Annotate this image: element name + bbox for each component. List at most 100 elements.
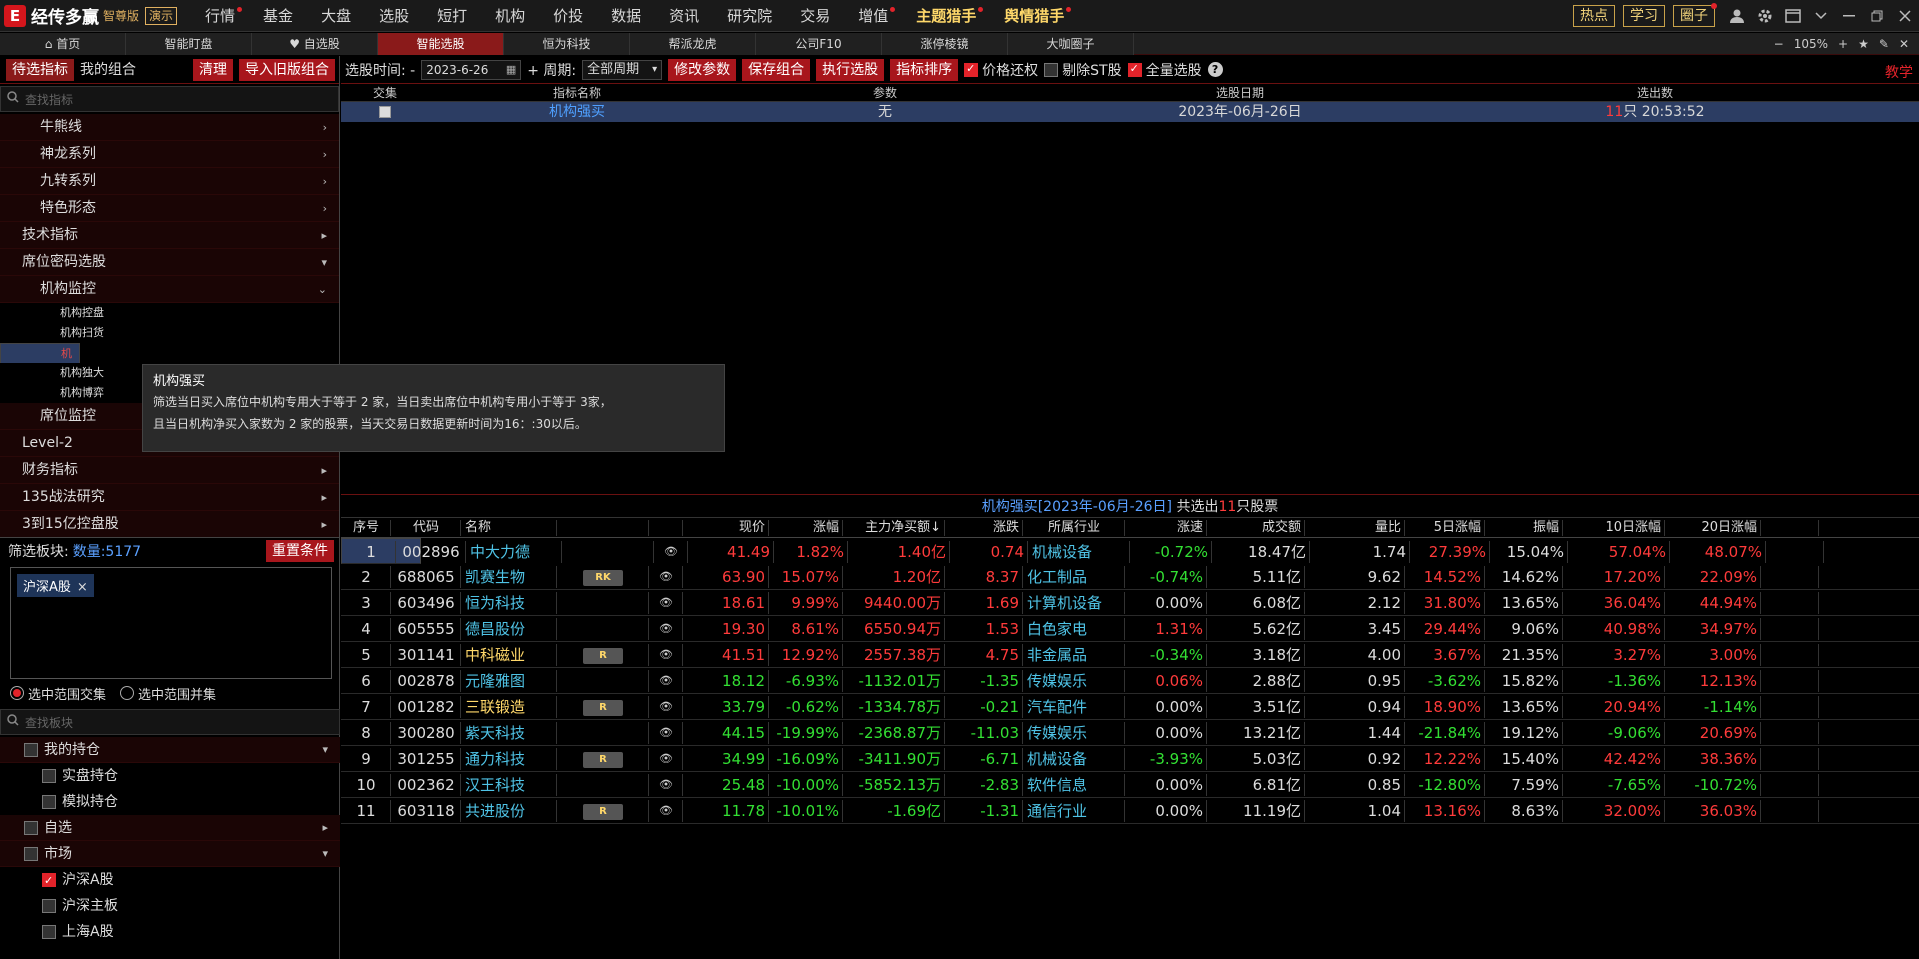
tab-item[interactable]: 公司F10 [756, 33, 882, 55]
tree-item[interactable]: 机构扫货 [0, 323, 339, 343]
board-item[interactable]: 实盘持仓 [0, 763, 340, 789]
period-select[interactable]: 全部周期 ▾ [582, 59, 663, 80]
column-header[interactable]: 涨速 [1125, 518, 1207, 538]
circle-button[interactable]: 圈子 [1673, 3, 1717, 27]
zoom-in-button[interactable]: + [1838, 37, 1848, 51]
board-item[interactable]: 上海A股 [0, 919, 340, 945]
help-icon[interactable]: ? [1207, 62, 1223, 77]
eye-icon[interactable]: 👁 [649, 720, 683, 746]
eye-icon[interactable]: 👁 [649, 616, 683, 642]
column-header[interactable]: 名称 [461, 518, 557, 538]
column-header[interactable]: 涨幅 [769, 518, 843, 538]
table-row[interactable]: 4 605555 德昌股份 👁 19.30 8.61% 6550.94万 1.53 白色家电 1.… [341, 616, 1919, 642]
tab-item[interactable]: ♥ 自选股 [252, 33, 378, 55]
board-chip[interactable]: 沪深A股 × [17, 574, 94, 597]
menu-item[interactable]: 增值 [844, 0, 902, 32]
eye-icon[interactable]: 👁 [649, 798, 683, 824]
row-name[interactable]: 三联锻造 [461, 694, 557, 720]
column-header[interactable]: 振幅 [1485, 518, 1563, 538]
reset-conditions-button[interactable]: 重置条件 [266, 539, 334, 562]
row-name[interactable]: 元隆雅图 [461, 668, 557, 694]
column-header[interactable] [557, 518, 649, 538]
board-item[interactable]: 自选 ▸ [0, 815, 340, 841]
eye-icon[interactable]: 👁 [654, 539, 688, 565]
radio-union[interactable]: 选中范围并集 [120, 684, 216, 703]
board-checkbox[interactable] [42, 868, 56, 894]
chevron-down-icon[interactable] [1807, 0, 1835, 32]
chip-close-icon[interactable]: × [77, 580, 88, 595]
column-header[interactable]: 代码 [391, 518, 461, 538]
tree-item[interactable]: 特色形态 › [0, 195, 339, 222]
row-industry[interactable]: 传媒娱乐 [1023, 720, 1125, 746]
board-checkbox[interactable] [24, 847, 38, 861]
teach-link[interactable]: 教学 [1885, 62, 1913, 82]
row-industry[interactable]: 传媒娱乐 [1023, 668, 1125, 694]
column-header[interactable]: 序号 [341, 518, 391, 538]
layout-icon[interactable] [1779, 0, 1807, 32]
row-industry[interactable]: 通信行业 [1023, 798, 1125, 824]
tab-item[interactable]: 恒为科技 [504, 33, 630, 55]
eye-icon[interactable]: 👁 [649, 668, 683, 694]
table-row[interactable]: 5 301141 中科磁业 R 👁 41.51 12.92% 2557.38万 4.75 非金属品… [341, 642, 1919, 668]
column-header[interactable]: 现价 [683, 518, 769, 538]
table-row[interactable]: 2 688065 凯赛生物 RK 👁 63.90 15.07% 1.20亿 8.37 化工制品 -0… [341, 564, 1919, 590]
import-old-combo-button[interactable]: 导入旧版组合 [239, 58, 335, 81]
board-item[interactable]: 沪深主板 [0, 893, 340, 919]
eye-icon[interactable]: 👁 [649, 772, 683, 798]
board-search-input[interactable]: 查找板块 [25, 714, 73, 731]
table-row[interactable]: 7 001282 三联锻造 R 👁 33.79 -0.62% -1334.78万 -0.21 汽车… [341, 694, 1919, 720]
tab-item[interactable]: 帮派龙虎 [630, 33, 756, 55]
close-icon[interactable] [1891, 0, 1919, 32]
tree-item[interactable]: 135战法研究 ▸ [0, 484, 339, 511]
demo-badge[interactable]: 演示 [145, 6, 178, 25]
calendar-icon[interactable]: ▦ [506, 61, 516, 79]
tab-item[interactable]: ⌂ 首页 [0, 33, 126, 55]
row-name[interactable]: 共进股份 [461, 798, 557, 824]
full-selection-checkbox[interactable]: 全量选股 [1127, 60, 1202, 80]
menu-item[interactable]: 交易 [786, 0, 844, 32]
tree-item[interactable]: 财务指标 ▸ [0, 457, 339, 484]
board-checkbox[interactable] [42, 925, 56, 939]
row-name[interactable]: 恒为科技 [461, 590, 557, 616]
column-header[interactable]: 成交额 [1207, 518, 1305, 538]
board-search[interactable]: 查找板块 [0, 709, 340, 735]
tree-item[interactable]: 机构监控 ⌄ [0, 276, 339, 303]
tab-item[interactable]: 大咖圈子 [1008, 33, 1134, 55]
star-icon[interactable]: ★ [1858, 37, 1869, 51]
tab-my-combos[interactable]: 我的组合 [74, 59, 142, 81]
search-input[interactable]: 查找指标 [25, 91, 73, 108]
indicator-sort-button[interactable]: 指标排序 [890, 58, 959, 81]
exclude-st-checkbox[interactable]: 剔除ST股 [1044, 60, 1122, 80]
table-row[interactable]: 9 301255 通力科技 R 👁 34.99 -16.09% -3411.90万 -6.71 机… [341, 746, 1919, 772]
row-industry[interactable]: 化工制品 [1023, 564, 1125, 590]
restore-icon[interactable] [1863, 0, 1891, 32]
tree-item[interactable]: 技术指标 ▸ [0, 222, 339, 249]
table-row[interactable]: 8 300280 紫天科技 👁 44.15 -19.99% -2368.87万 -11.03 传… [341, 720, 1919, 746]
eye-icon[interactable]: 👁 [649, 642, 683, 668]
execute-selection-button[interactable]: 执行选股 [816, 58, 885, 81]
menu-item[interactable]: 价投 [539, 0, 597, 32]
table-row[interactable]: 1 002896 中大力德 👁 41.49 1.82% 1.40亿 0.74 机械设备 -0.72… [341, 538, 1824, 564]
column-header[interactable]: 涨跌 [945, 518, 1023, 538]
menu-item[interactable]: 机构 [481, 0, 539, 32]
tab-close-icon[interactable]: ✕ [1899, 37, 1909, 51]
menu-item[interactable]: 行情 [191, 0, 249, 32]
column-header[interactable]: 10日涨幅 [1563, 518, 1665, 538]
menu-item[interactable]: 大盘 [307, 0, 365, 32]
column-header[interactable]: 20日涨幅 [1665, 518, 1761, 538]
tab-pending-indicators[interactable]: 待选指标 [6, 58, 74, 81]
board-item[interactable]: 模拟持仓 [0, 789, 340, 815]
column-header[interactable] [649, 518, 683, 538]
tree-item[interactable]: 机构控盘 [0, 303, 339, 323]
tree-item[interactable]: 牛熊线 › [0, 114, 339, 141]
zoom-out-button[interactable]: − [1774, 37, 1784, 51]
eye-icon[interactable]: 👁 [649, 694, 683, 720]
hot-button[interactable]: 热点 [1573, 5, 1615, 27]
row-industry[interactable]: 非金属品 [1023, 642, 1125, 668]
menu-item[interactable]: 数据 [597, 0, 655, 32]
radio-intersect[interactable]: 选中范围交集 [10, 684, 106, 703]
table-row[interactable]: 10 002362 汉王科技 👁 25.48 -10.00% -5852.13万 -2.83 软… [341, 772, 1919, 798]
price-restore-checkbox[interactable]: 价格还权 [964, 60, 1038, 80]
save-combo-button[interactable]: 保存组合 [742, 58, 811, 81]
row-name[interactable]: 凯赛生物 [461, 564, 557, 590]
